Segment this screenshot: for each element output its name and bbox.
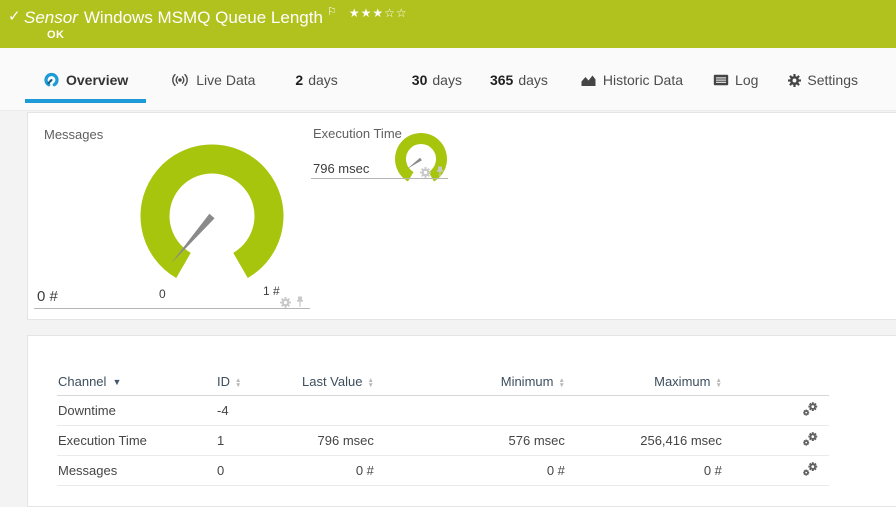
execution-time-current-value: 796 msec xyxy=(313,161,370,176)
priority-stars[interactable]: ★★★☆☆ xyxy=(349,6,408,20)
live-icon xyxy=(170,73,190,87)
column-header-id[interactable]: ID ▲ ▼ xyxy=(216,368,301,396)
execution-time-gauge-title: Execution Time xyxy=(313,126,402,141)
tab-log[interactable]: Log xyxy=(701,48,770,110)
sort-icon: ▲ ▼ xyxy=(235,376,242,389)
channel-id: 1 xyxy=(216,425,301,456)
gauge-settings-gear-icon[interactable] xyxy=(420,165,431,183)
messages-gauge-actions xyxy=(280,295,305,313)
page-title: Windows MSMQ Queue Length xyxy=(83,8,323,27)
execution-time-gauge-actions xyxy=(420,165,445,183)
column-header-actions xyxy=(728,368,829,396)
tab-2-days[interactable]: 2 days xyxy=(281,48,351,110)
sort-desc-icon: ▼ xyxy=(112,377,122,387)
channel-name: Messages xyxy=(57,455,216,486)
pin-icon[interactable] xyxy=(435,165,445,183)
messages-gauge-min-label: 0 xyxy=(159,287,166,301)
gauge-icon xyxy=(43,72,60,88)
tab-settings[interactable]: Settings xyxy=(776,48,870,110)
channel-name: Execution Time xyxy=(57,425,216,456)
column-header-channel[interactable]: Channel ▼ xyxy=(57,368,216,396)
channel-row-messages: Messages 0 0 # 0 # 0 # xyxy=(57,455,829,486)
table-header-row: Channel ▼ ID ▲ ▼ Last Value ▲ ▼ Minimum ▲ ▼ Max… xyxy=(57,368,829,396)
favorite-flag-icon[interactable]: ⚐ xyxy=(327,6,337,18)
tab-historic-data[interactable]: Historic Data xyxy=(562,48,701,110)
pin-icon[interactable] xyxy=(295,295,305,313)
channel-minimum: 576 msec xyxy=(380,425,572,456)
channel-maximum: 256,416 msec xyxy=(571,425,729,456)
tab-bar: Overview Live Data 2 days 30 days 365 da… xyxy=(0,48,896,111)
column-header-minimum[interactable]: Minimum ▲ ▼ xyxy=(380,368,572,396)
sensor-status-badge: OK xyxy=(47,29,65,41)
messages-gauge-max-label: 1 # xyxy=(263,284,280,298)
messages-divider xyxy=(34,308,310,309)
log-icon xyxy=(713,74,729,86)
channel-settings-gears-icon[interactable] xyxy=(803,462,819,479)
messages-current-value: 0 # xyxy=(37,288,58,305)
channel-settings-gears-icon[interactable] xyxy=(803,432,819,449)
channel-row-downtime: Downtime -4 xyxy=(57,395,829,426)
column-header-last-value[interactable]: Last Value ▲ ▼ xyxy=(301,368,381,396)
channel-minimum: 0 # xyxy=(380,455,572,486)
messages-gauge xyxy=(140,144,284,278)
channel-row-execution-time: Execution Time 1 796 msec 576 msec 256,4… xyxy=(57,425,829,456)
channel-id: 0 xyxy=(216,455,301,486)
sort-icon: ▲ ▼ xyxy=(367,376,374,389)
channel-maximum xyxy=(571,395,729,426)
channel-settings-gears-icon[interactable] xyxy=(803,402,819,419)
channel-last-value: 0 # xyxy=(301,455,381,486)
gauge-settings-gear-icon[interactable] xyxy=(280,295,291,313)
channel-name: Downtime xyxy=(57,395,216,426)
tab-overview[interactable]: Overview xyxy=(25,48,147,110)
area-chart-icon xyxy=(580,74,597,87)
tab-live-data[interactable]: Live Data xyxy=(152,48,273,110)
gear-icon xyxy=(788,73,802,87)
channel-id: -4 xyxy=(216,395,301,426)
tab-30-days[interactable]: 30 days xyxy=(398,48,476,110)
status-ok-check-icon: ✓ xyxy=(8,8,21,25)
sensor-title-line: Sensor Windows MSMQ Queue Length ⚐ ★★★☆☆ xyxy=(24,5,408,28)
channel-maximum: 0 # xyxy=(571,455,729,486)
column-header-maximum[interactable]: Maximum ▲ ▼ xyxy=(571,368,729,396)
sort-icon: ▲ ▼ xyxy=(715,376,722,389)
sensor-kind-label: Sensor xyxy=(24,8,78,27)
tab-365-days[interactable]: 365 days xyxy=(476,48,562,110)
channels-panel: Channel ▼ ID ▲ ▼ Last Value ▲ ▼ Minimum ▲ ▼ Max… xyxy=(27,335,896,507)
messages-gauge-title: Messages xyxy=(44,127,104,142)
sensor-header: ✓ Sensor Windows MSMQ Queue Length ⚐ ★★★☆☆ … xyxy=(0,0,896,48)
sort-icon: ▲ ▼ xyxy=(558,376,565,389)
gauges-panel: Messages 0 1 # 0 # Execution Time 796 ms… xyxy=(27,112,896,320)
channel-last-value xyxy=(301,395,381,426)
channel-last-value: 796 msec xyxy=(301,425,381,456)
channels-table: Channel ▼ ID ▲ ▼ Last Value ▲ ▼ Minimum ▲ ▼ Max… xyxy=(57,368,829,486)
channel-minimum xyxy=(380,395,572,426)
